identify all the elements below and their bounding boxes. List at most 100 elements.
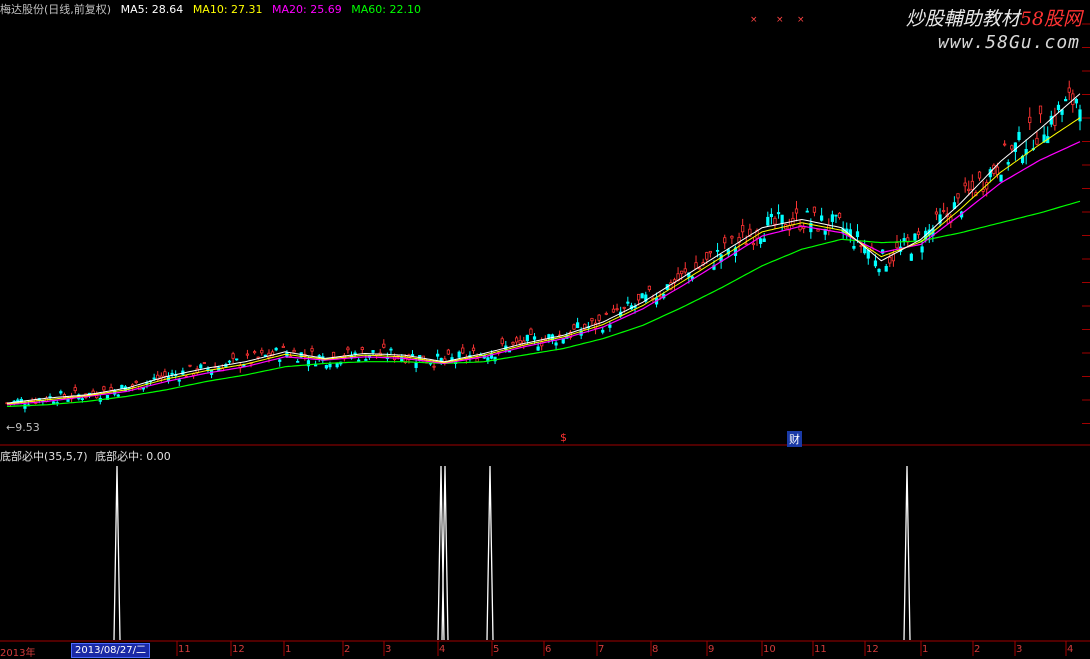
candle-body: [913, 233, 917, 241]
candle-body: [357, 359, 361, 362]
candle-body: [611, 308, 616, 313]
candle-body: [1053, 115, 1057, 126]
candle-body: [730, 235, 734, 239]
ma20-line: [6, 141, 1081, 406]
x-axis-label: 8: [652, 644, 659, 655]
candle-body: [152, 377, 156, 380]
indicator-spike: [113, 465, 121, 641]
event-marker-cai[interactable]: 财: [787, 431, 802, 447]
candle-body: [916, 231, 921, 235]
candle-body: [934, 211, 939, 215]
candle-body: [59, 391, 63, 394]
candle-body: [116, 394, 120, 397]
candle-body: [188, 364, 192, 367]
candle-body: [920, 246, 924, 253]
candle-body: [245, 353, 250, 356]
cursor-date: 2013/08/27/二: [71, 643, 151, 658]
candle-body: [371, 350, 375, 353]
candle-body: [310, 348, 314, 352]
candle-body: [514, 337, 519, 343]
candle-body: [450, 357, 454, 361]
min-price-value: 9.53: [15, 421, 40, 434]
candle-body: [457, 351, 461, 358]
indicator-header: 底部必中(35,5,7) 底部必中: 0.00: [0, 448, 171, 464]
x-axis-label: 7: [598, 644, 605, 655]
candle-body: [780, 214, 784, 224]
candle-body: [766, 216, 770, 226]
candle-body: [199, 364, 203, 369]
candle-body: [608, 324, 612, 328]
candle-body: [805, 210, 809, 213]
candle-body: [317, 355, 321, 358]
x-axis-label: 4: [439, 644, 446, 655]
candle-body: [260, 349, 264, 354]
top-marker: ×: [797, 15, 805, 25]
candle-body: [518, 340, 522, 344]
candle-body: [744, 243, 748, 246]
candle-body: [873, 260, 878, 267]
candle-body: [1074, 98, 1079, 104]
candle-body: [723, 237, 727, 244]
chart-canvas[interactable]: × × ×: [0, 0, 1090, 658]
indicator-value: 底部必中: 0.00: [95, 450, 171, 463]
candle-body: [529, 328, 533, 335]
x-axis-label: 3: [385, 644, 392, 655]
candle-body: [328, 363, 332, 368]
candle-body: [812, 206, 817, 213]
x-axis-label: 6: [545, 644, 552, 655]
candle-body: [1010, 145, 1014, 150]
candle-body: [572, 324, 576, 330]
candle-body: [400, 356, 404, 362]
candle-body: [1078, 109, 1082, 122]
candle-body: [177, 379, 181, 382]
candle-body: [134, 380, 138, 383]
x-axis-label: 2: [344, 644, 351, 655]
event-marker-s[interactable]: $: [560, 431, 567, 444]
candle-body: [511, 341, 515, 345]
candle-body: [895, 242, 899, 249]
candle-body: [855, 231, 860, 238]
candle-body: [446, 349, 451, 355]
watermark-title: 炒股輔助教材58股网: [906, 4, 1082, 31]
watermark-title-main: 炒股輔助教材: [905, 8, 1020, 30]
indicator-spike: [903, 465, 911, 641]
x-axis-label: 1: [922, 644, 929, 655]
candle-body: [536, 346, 540, 351]
candle-body: [296, 360, 300, 363]
candle-body: [802, 226, 806, 229]
candle-body: [1003, 143, 1007, 146]
candle-body: [852, 245, 856, 249]
candle-body: [471, 347, 476, 352]
candle-body: [970, 180, 974, 190]
candle-body: [601, 329, 605, 333]
candle-body: [1064, 98, 1068, 102]
candle-body: [461, 347, 465, 354]
candle-body: [759, 238, 763, 244]
candle-body: [1056, 104, 1061, 111]
candle-body: [859, 245, 863, 247]
min-price-label: ←9.53: [6, 421, 40, 434]
indicator-name: 底部必中(35,5,7): [0, 450, 88, 463]
candle-body: [715, 249, 720, 252]
candle-body: [364, 359, 368, 361]
candle-body: [626, 301, 630, 304]
candle-body: [622, 306, 626, 309]
candle-body: [73, 387, 77, 392]
candle-body: [382, 343, 386, 348]
candle-body: [884, 265, 888, 272]
ma5-line: [6, 93, 1081, 404]
candle-body: [698, 267, 702, 270]
candle-body: [902, 238, 906, 242]
candle-body: [163, 371, 167, 377]
ma10-line: [6, 117, 1081, 405]
candle-body: [956, 193, 960, 199]
candle-body: [773, 217, 777, 225]
candle-body: [227, 360, 232, 363]
candle-body: [554, 342, 558, 346]
x-axis-label: 5: [493, 644, 500, 655]
candle-body: [751, 242, 756, 246]
candle-body: [794, 208, 799, 214]
candle-body: [292, 349, 296, 353]
candle-body: [820, 215, 824, 221]
candle-body: [834, 214, 838, 217]
